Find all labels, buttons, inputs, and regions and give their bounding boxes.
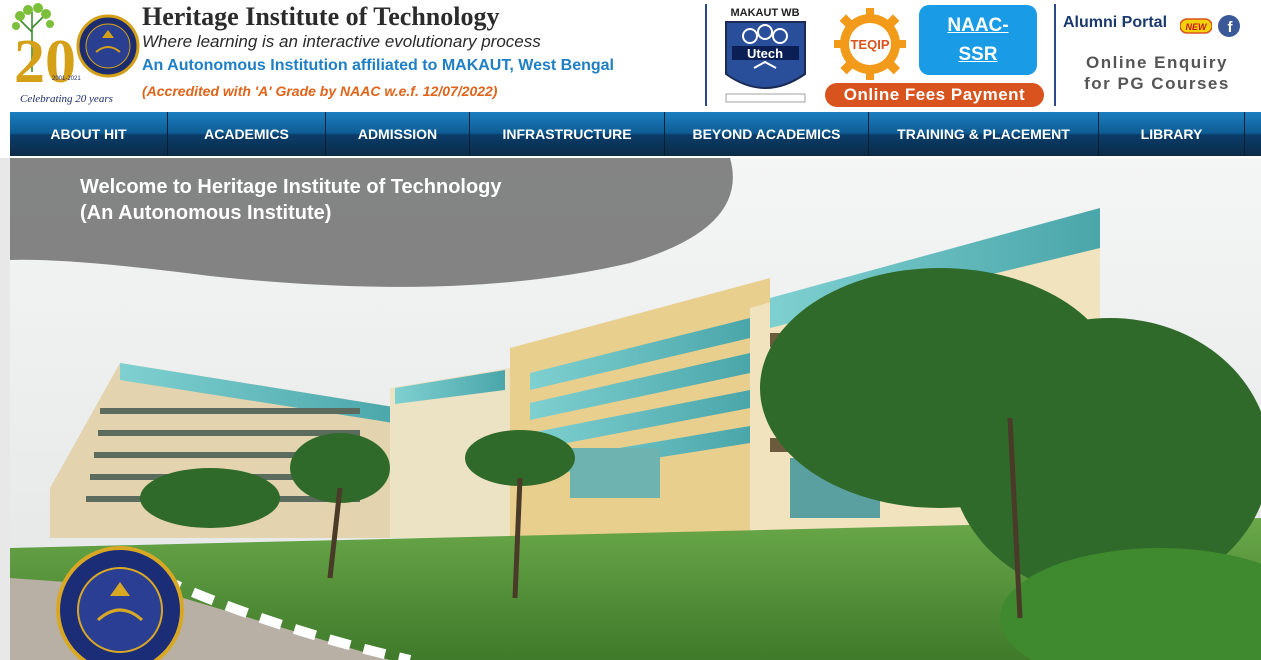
logo-number-20: 20: [14, 28, 76, 96]
celebrating-20-years-logo[interactable]: 20 2001-2021 Celebrating 20 years: [10, 2, 140, 106]
logo-caption: Celebrating 20 years: [20, 93, 113, 105]
facebook-icon[interactable]: f: [1218, 15, 1240, 37]
nav-library[interactable]: LIBRARY: [1099, 112, 1245, 156]
online-fees-payment-button[interactable]: Online Fees Payment: [825, 83, 1044, 107]
naac-ssr-label: NAAC-SSR: [947, 15, 1009, 65]
makaut-name: Utech: [747, 46, 783, 61]
site-header: 20 2001-2021 Celebrating 20 years Herita…: [0, 0, 1261, 110]
hit-seal-logo: [56, 546, 184, 660]
nav-training-placement[interactable]: TRAINING & PLACEMENT: [869, 112, 1099, 156]
campus-photo: [10, 158, 1261, 660]
main-navigation: ABOUT HIT ACADEMICS ADMISSION INFRASTRUC…: [0, 110, 1261, 157]
naac-accreditation: (Accredited with 'A' Grade by NAAC w.e.f…: [142, 83, 498, 99]
welcome-line-1: Welcome to Heritage Institute of Technol…: [80, 176, 502, 198]
welcome-banner: Welcome to Heritage Institute of Technol…: [80, 174, 502, 226]
welcome-line-2: (An Autonomous Institute): [80, 202, 332, 224]
online-enquiry-pg-link[interactable]: Online Enquiry for PG Courses: [1072, 52, 1242, 94]
logo-years: 2001-2021: [52, 76, 81, 82]
left-edge: [0, 158, 10, 660]
institute-tagline: Where learning is an interactive evoluti…: [142, 32, 541, 51]
nav-admission[interactable]: ADMISSION: [326, 112, 470, 156]
divider: [705, 4, 707, 106]
teqip-logo[interactable]: TEQIP: [832, 8, 908, 80]
new-badge-icon: NEW: [1180, 18, 1212, 34]
institute-title[interactable]: Heritage Institute of Technology: [142, 2, 702, 32]
teqip-text: TEQIP: [850, 37, 889, 52]
nav-beyond-academics[interactable]: BEYOND ACADEMICS: [665, 112, 869, 156]
nav-bar: ABOUT HIT ACADEMICS ADMISSION INFRASTRUC…: [10, 112, 1261, 156]
makaut-utech-logo[interactable]: MAKAUT WB Utech: [718, 4, 813, 106]
institute-title-block: Heritage Institute of Technology Where l…: [142, 2, 702, 102]
nav-infrastructure[interactable]: INFRASTRUCTURE: [470, 112, 665, 156]
nav-about-hit[interactable]: ABOUT HIT: [10, 112, 168, 156]
new-badge-text: NEW: [1186, 22, 1209, 32]
divider: [1054, 4, 1056, 106]
nav-academics[interactable]: ACADEMICS: [168, 112, 326, 156]
autonomous-affiliation: An Autonomous Institution affiliated to …: [142, 57, 614, 74]
alumni-portal-link[interactable]: Alumni Portal: [1063, 14, 1167, 32]
hero-slider[interactable]: Welcome to Heritage Institute of Technol…: [10, 158, 1261, 660]
makaut-top-text: MAKAUT WB: [730, 7, 799, 19]
naac-ssr-button[interactable]: NAAC-SSR: [919, 5, 1037, 75]
